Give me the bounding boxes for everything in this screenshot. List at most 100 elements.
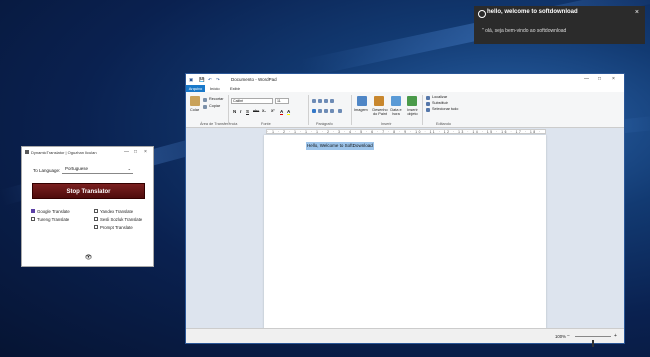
google-translate-checkbox[interactable]: Google Translate <box>31 208 70 214</box>
group-divider <box>308 95 309 125</box>
yandex-translate-checkbox[interactable]: Yandex Translate <box>94 208 134 214</box>
service-label: Yandex Translate <box>100 209 134 214</box>
translator-window: DynamicTranslator | Oguzhan Iiculan — □ … <box>21 146 154 267</box>
cut-label[interactable]: Recortar <box>209 97 224 101</box>
editing-group-label: Editando <box>436 122 451 126</box>
zoom-level: 100% <box>555 334 566 339</box>
prompt-translate-checkbox[interactable]: Prompt Translate <box>94 224 133 230</box>
checkbox-icon <box>31 216 35 221</box>
app-icon <box>25 150 29 154</box>
sesli-sozluk-checkbox[interactable]: Sesli Sozluk Translate <box>94 216 143 222</box>
service-label: Tureng Translate <box>37 217 70 222</box>
align-right-icon[interactable] <box>324 109 328 113</box>
language-value: Portuguese <box>65 166 89 171</box>
select-all-label[interactable]: Selecionar tudo <box>432 107 458 111</box>
image-icon[interactable] <box>357 96 367 106</box>
strikethrough-button[interactable]: abc <box>253 109 259 113</box>
copy-icon[interactable] <box>203 105 207 109</box>
justify-icon[interactable] <box>330 109 334 113</box>
status-bar: 100% − + <box>186 328 624 347</box>
window-title: DynamicTranslator | Oguzhan Iiculan <box>31 150 97 155</box>
service-label: Sesli Sozluk Translate <box>100 217 143 222</box>
datetime-icon[interactable] <box>391 96 401 106</box>
chevron-down-icon: ⌄ <box>127 166 131 171</box>
minimize-button[interactable]: — <box>584 76 589 82</box>
object-icon[interactable] <box>407 96 417 106</box>
save-icon[interactable]: 💾 <box>199 77 205 83</box>
subscript-button[interactable]: X₂ <box>262 109 266 113</box>
app-icon <box>478 10 486 18</box>
bullet-list-icon[interactable] <box>324 99 328 103</box>
tab-view[interactable]: Exibir <box>230 86 240 91</box>
insert-image-label[interactable]: Imagem <box>354 108 368 112</box>
checkbox-checked-icon <box>31 208 35 213</box>
paste-label[interactable]: Colar <box>190 108 199 112</box>
zoom-slider[interactable] <box>575 336 611 347</box>
document-area: Hello, Welcome to SoftDownload <box>186 135 624 331</box>
align-left-icon[interactable] <box>312 109 316 113</box>
cut-icon[interactable] <box>203 98 207 102</box>
increase-indent-icon[interactable] <box>318 99 322 103</box>
decrease-indent-icon[interactable] <box>312 99 316 103</box>
zoom-out-button[interactable]: − <box>567 333 570 339</box>
service-label: Prompt Translate <box>100 225 133 230</box>
checkbox-icon <box>94 216 98 221</box>
selected-text[interactable]: Hello, Welcome to SoftDownload <box>306 142 374 150</box>
copy-label[interactable]: Copiar <box>209 104 220 108</box>
font-family-select[interactable]: Calibri <box>231 98 273 104</box>
find-icon[interactable] <box>426 96 430 100</box>
find-label[interactable]: Localizar <box>432 95 447 99</box>
datetime-label[interactable]: Data e hora <box>389 108 403 116</box>
translator-titlebar[interactable]: DynamicTranslator | Oguzhan Iiculan — □ … <box>22 147 153 157</box>
select-all-icon[interactable] <box>426 108 430 112</box>
close-button[interactable]: × <box>144 149 147 155</box>
object-label[interactable]: Inserir objeto <box>405 108 420 116</box>
wordpad-icon: ▣ <box>189 77 194 82</box>
stop-translator-button[interactable]: Stop Translator <box>32 183 145 199</box>
redo-icon[interactable]: ↷ <box>216 77 220 83</box>
group-divider <box>351 95 352 125</box>
ruler[interactable]: · 1 · 2 · 1 · 1 · 1 · 2 · 3 · 4 · 5 · 6 … <box>266 129 546 134</box>
tureng-translate-checkbox[interactable]: Tureng Translate <box>31 216 70 222</box>
font-size-select[interactable]: 11 <box>275 98 289 104</box>
document-page[interactable]: Hello, Welcome to SoftDownload <box>264 135 546 331</box>
file-tab[interactable]: Arquivo <box>186 85 205 92</box>
close-icon[interactable]: × <box>635 9 639 16</box>
replace-label[interactable]: Substituir <box>432 101 448 105</box>
undo-icon[interactable]: ↶ <box>208 77 212 83</box>
language-select[interactable]: Portuguese ⌄ <box>62 165 133 174</box>
ribbon-tabs: Arquivo Início Exibir <box>186 85 624 92</box>
italic-button[interactable]: I <box>240 109 241 114</box>
superscript-button[interactable]: X² <box>271 109 275 113</box>
maximize-button[interactable]: □ <box>134 149 137 155</box>
align-center-icon[interactable] <box>318 109 322 113</box>
zoom-in-button[interactable]: + <box>614 333 617 339</box>
paragraph-icon[interactable] <box>338 109 342 113</box>
checkbox-icon <box>94 224 98 229</box>
to-language-label: To Language: <box>33 168 61 173</box>
line-spacing-icon[interactable] <box>330 99 334 103</box>
wordpad-titlebar[interactable]: ▣ 💾 ↶ ↷ Documento - WordPad — □ × <box>186 74 624 85</box>
font-group-label: Fonte <box>261 122 271 126</box>
tab-home[interactable]: Início <box>210 86 220 91</box>
underline-button[interactable]: S <box>246 109 249 114</box>
replace-icon[interactable] <box>426 102 430 106</box>
group-divider <box>422 95 423 125</box>
maximize-button[interactable]: □ <box>598 76 601 82</box>
paragraph-group-label: Parágrafo <box>316 122 333 126</box>
bold-button[interactable]: N <box>233 109 236 114</box>
notification-toast[interactable]: hello, welcome to softdownload × " olá, … <box>474 6 645 44</box>
insert-group-label: Inserir <box>381 122 392 126</box>
close-button[interactable]: × <box>612 76 615 82</box>
minimize-button[interactable]: — <box>124 149 129 155</box>
paint-label[interactable]: Desenho do Paint <box>371 108 389 116</box>
paste-icon[interactable] <box>190 96 200 106</box>
clipboard-group-label: Área de Transferência <box>200 122 238 126</box>
text-color-button[interactable]: A <box>280 109 284 115</box>
highlight-button[interactable]: A <box>287 109 291 115</box>
paint-icon[interactable] <box>374 96 384 106</box>
eye-icon[interactable]: 👁 <box>84 255 93 262</box>
service-label: Google Translate <box>37 209 70 214</box>
wordpad-window: ▣ 💾 ↶ ↷ Documento - WordPad — □ × Arquiv… <box>185 73 625 347</box>
zoom-slider-thumb[interactable] <box>592 340 594 347</box>
